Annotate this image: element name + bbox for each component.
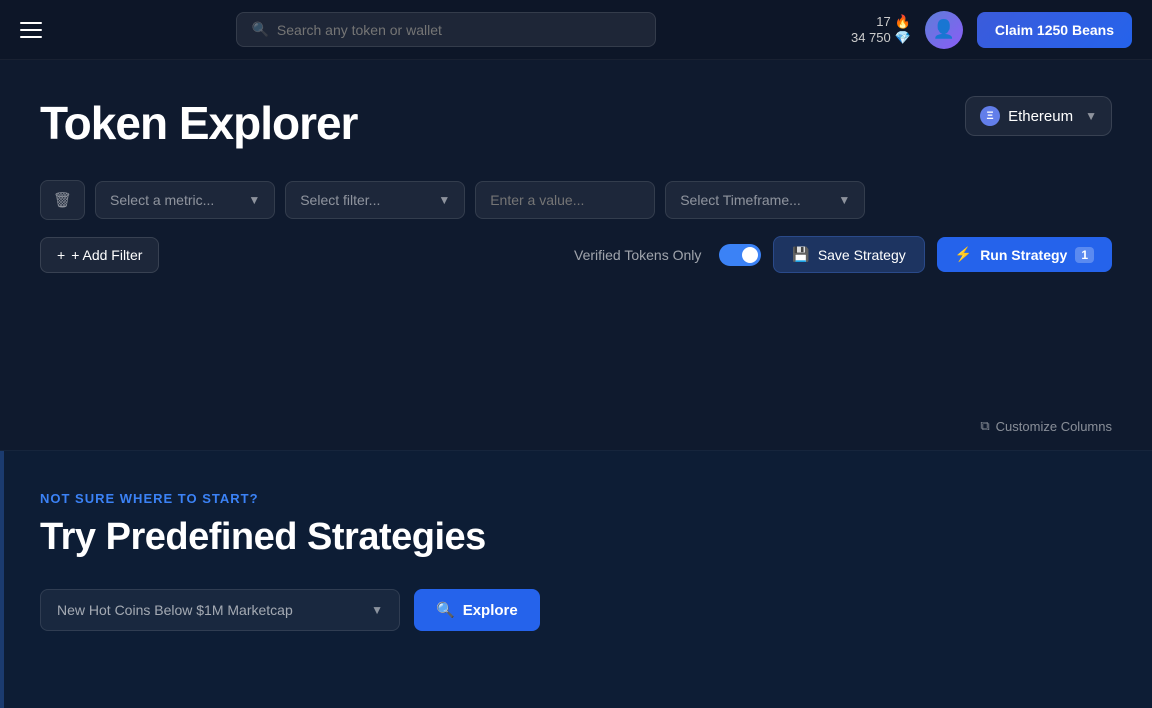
right-actions: Verified Tokens Only 💾 Save Strategy ⚡ R… (574, 236, 1112, 273)
external-icon: ⧉ (980, 418, 989, 434)
customize-columns-link[interactable]: ⧉ Customize Columns (980, 418, 1112, 434)
stats-block: 17 🔥 34 750 💎 (851, 14, 911, 46)
metric-placeholder: Select a metric... (110, 192, 214, 208)
search-bar[interactable]: 🔍 (236, 12, 656, 47)
header-left (20, 22, 42, 38)
strategy-placeholder: New Hot Coins Below $1M Marketcap (57, 602, 293, 618)
predefined-title: Try Predefined Strategies (40, 516, 1112, 559)
chevron-down-icon: ▼ (371, 603, 383, 617)
eth-icon: Ξ (980, 106, 1000, 126)
header-search-area: 🔍 (236, 12, 656, 47)
claim-beans-button[interactable]: Claim 1250 Beans (977, 12, 1132, 48)
add-filter-button[interactable]: + + Add Filter (40, 237, 159, 273)
filter-select[interactable]: Select filter... ▼ (285, 181, 465, 219)
explore-button[interactable]: 🔍 Explore (414, 589, 540, 631)
side-indicator (0, 451, 4, 708)
stats-count-row: 17 🔥 (876, 14, 911, 30)
filter-placeholder: Select filter... (300, 192, 380, 208)
search-icon: 🔍 (251, 21, 268, 38)
chevron-down-icon: ▼ (248, 193, 260, 207)
value-input[interactable] (475, 181, 655, 219)
header: 🔍 17 🔥 34 750 💎 👤 Claim 1250 Beans (0, 0, 1152, 60)
stats-amount-row: 34 750 💎 (851, 30, 911, 46)
crystal-icon: 💎 (895, 30, 911, 46)
toggle-knob (742, 247, 758, 263)
action-row: + + Add Filter Verified Tokens Only 💾 Sa… (40, 236, 1112, 273)
hamburger-menu-icon[interactable] (20, 22, 42, 38)
strategy-row: New Hot Coins Below $1M Marketcap ▼ 🔍 Ex… (40, 589, 1112, 631)
flame-icon: 🔥 (895, 14, 911, 30)
network-selector[interactable]: Ξ Ethereum ▼ (965, 96, 1112, 136)
save-icon: 💾 (792, 246, 809, 263)
run-icon: ⚡ (955, 246, 972, 263)
run-strategy-label: Run Strategy (980, 247, 1067, 263)
avatar[interactable]: 👤 (925, 11, 963, 49)
explore-label: Explore (463, 602, 518, 619)
search-explore-icon: 🔍 (436, 601, 455, 619)
timeframe-select[interactable]: Select Timeframe... ▼ (665, 181, 865, 219)
page-title: Token Explorer (40, 96, 1112, 150)
customize-columns-label: Customize Columns (996, 419, 1112, 434)
main-lower-section: NOT SURE WHERE TO START? Try Predefined … (0, 450, 1152, 708)
chevron-down-icon: ▼ (838, 193, 850, 207)
trash-button[interactable]: 🗑 (40, 180, 85, 220)
chevron-down-icon: ▼ (1085, 109, 1097, 123)
header-right: 17 🔥 34 750 💎 👤 Claim 1250 Beans (851, 11, 1132, 49)
timeframe-placeholder: Select Timeframe... (680, 192, 801, 208)
verified-toggle[interactable] (719, 244, 761, 266)
count-value: 17 (876, 14, 890, 29)
strategy-dropdown[interactable]: New Hot Coins Below $1M Marketcap ▼ (40, 589, 400, 631)
metric-select[interactable]: Select a metric... ▼ (95, 181, 275, 219)
save-strategy-button[interactable]: 💾 Save Strategy (773, 236, 924, 273)
run-strategy-badge: 1 (1075, 247, 1094, 263)
run-strategy-button[interactable]: ⚡ Run Strategy 1 (937, 237, 1112, 272)
amount-value: 34 750 (851, 30, 891, 45)
add-filter-label: + Add Filter (71, 247, 142, 263)
main-upper-section: Token Explorer Ξ Ethereum ▼ 🗑 Select a m… (0, 60, 1152, 450)
network-label: Ethereum (1008, 108, 1073, 125)
filter-row: 🗑 Select a metric... ▼ Select filter... … (40, 180, 1112, 220)
search-input[interactable] (277, 22, 642, 38)
save-strategy-label: Save Strategy (818, 247, 906, 263)
chevron-down-icon: ▼ (438, 193, 450, 207)
not-sure-label: NOT SURE WHERE TO START? (40, 491, 1112, 506)
verified-label: Verified Tokens Only (574, 247, 701, 263)
plus-icon: + (57, 247, 65, 263)
